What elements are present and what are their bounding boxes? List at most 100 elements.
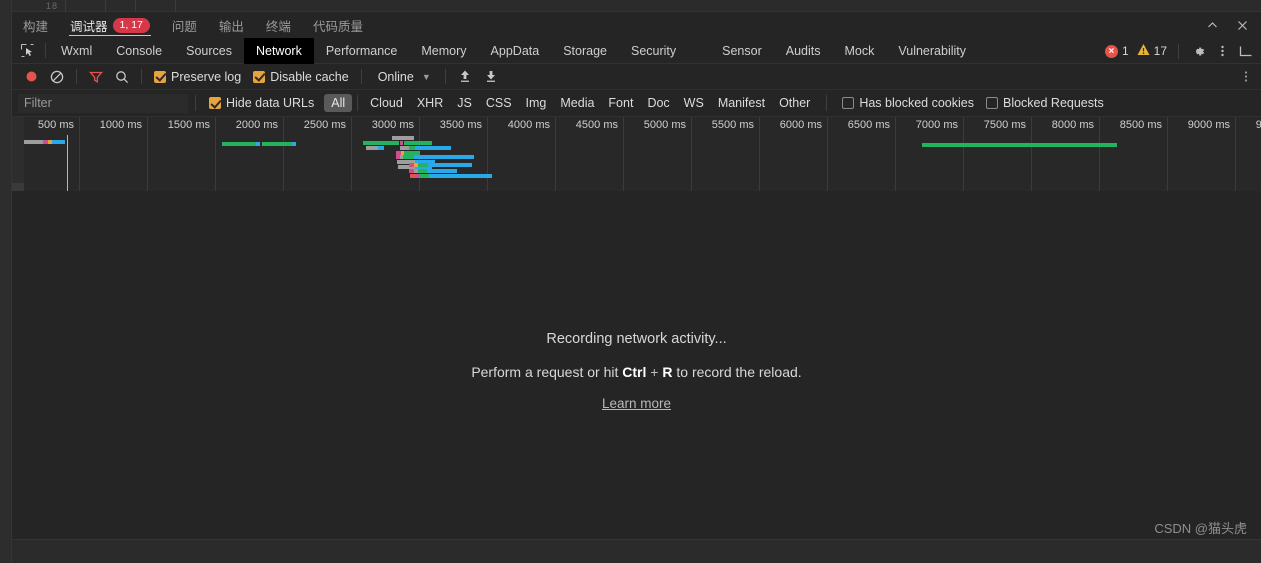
search-icon[interactable] xyxy=(109,64,135,90)
type-chip-all[interactable]: All xyxy=(324,94,353,112)
ide-tab-code-quality[interactable]: 代码质量 xyxy=(302,12,374,38)
tab-security[interactable]: Security xyxy=(619,38,688,64)
type-chip-media[interactable]: Media xyxy=(553,94,601,112)
filter-separator xyxy=(195,95,196,111)
learn-more-link[interactable]: Learn more xyxy=(602,396,671,411)
timeline-tick xyxy=(555,117,556,191)
tab-label: Network xyxy=(255,43,302,58)
disable-cache-checkbox[interactable]: Disable cache xyxy=(247,70,355,84)
type-chip-ws[interactable]: WS xyxy=(677,94,711,112)
toolbar-separator xyxy=(76,69,77,84)
tab-memory[interactable]: Memory xyxy=(409,38,478,64)
tab-vulnerability[interactable]: Vulnerability xyxy=(886,38,978,64)
waterfall-segment xyxy=(418,169,427,173)
timeline-tick xyxy=(623,117,624,191)
timeline-tick-label: 7000 ms xyxy=(915,119,958,131)
preserve-log-checkbox[interactable]: Preserve log xyxy=(148,70,247,84)
type-chip-js[interactable]: JS xyxy=(450,94,479,112)
waterfall-segment xyxy=(400,146,409,150)
tab-sensor[interactable]: Sensor xyxy=(710,38,774,64)
waterfall-segment xyxy=(52,140,65,144)
timeline-tick-label: 3500 ms xyxy=(439,119,482,131)
tab-label: Security xyxy=(630,43,677,58)
checkbox-icon xyxy=(985,97,998,109)
dock-side-icon[interactable] xyxy=(1235,38,1257,64)
type-chip-other[interactable]: Other xyxy=(772,94,817,112)
empty-state: Recording network activity... Perform a … xyxy=(12,331,1261,413)
blocked-requests-checkbox[interactable]: Blocked Requests xyxy=(980,96,1110,110)
warning-count-badge[interactable]: 17 xyxy=(1134,43,1170,59)
type-chip-doc[interactable]: Doc xyxy=(640,94,676,112)
ide-tab-output[interactable]: 输出 xyxy=(208,12,255,38)
empty-state-hint: Perform a request or hit Ctrl + R to rec… xyxy=(12,364,1261,380)
waterfall-segment xyxy=(414,155,474,159)
error-count-badge[interactable]: × 1 xyxy=(1102,44,1132,58)
timeline-tick xyxy=(147,117,148,191)
hide-data-urls-checkbox[interactable]: Hide data URLs xyxy=(203,96,320,110)
empty-state-title: Recording network activity... xyxy=(546,331,727,347)
checkbox-icon xyxy=(209,97,221,109)
disable-cache-label: Disable cache xyxy=(270,69,349,84)
timeline-tick-label: 6500 ms xyxy=(847,119,890,131)
footer-bar xyxy=(12,539,1261,563)
watermark: CSDN @猫头虎 xyxy=(1154,521,1247,536)
more-options-icon[interactable] xyxy=(1211,38,1233,64)
tab-network[interactable]: Network xyxy=(243,37,314,64)
close-icon[interactable] xyxy=(1229,12,1255,38)
type-chip-img[interactable]: Img xyxy=(519,94,554,112)
tab-label: Performance xyxy=(325,43,398,58)
ide-tab-terminal[interactable]: 终端 xyxy=(255,12,302,38)
inspect-element-icon[interactable] xyxy=(12,38,42,64)
status-separator xyxy=(1178,43,1179,59)
type-chip-cloud[interactable]: Cloud xyxy=(363,94,410,112)
tab-mock[interactable]: Mock xyxy=(833,38,887,64)
network-timeline-overview[interactable]: 500 ms 1000 ms 1500 ms 2000 ms 2500 ms 3000 m… xyxy=(12,117,1261,191)
waterfall-segment xyxy=(366,146,378,150)
ide-window-controls xyxy=(1199,12,1255,38)
timeline-tick-label: 7500 ms xyxy=(983,119,1026,131)
warning-count: 17 xyxy=(1153,44,1167,58)
waterfall-segment xyxy=(222,142,256,146)
type-chip-xhr[interactable]: XHR xyxy=(410,94,450,112)
ide-tab-problems[interactable]: 问题 xyxy=(161,12,208,38)
type-chip-font[interactable]: Font xyxy=(601,94,640,112)
tab-performance[interactable]: Performance xyxy=(314,38,410,64)
toolbar-separator-4 xyxy=(444,69,446,84)
timeline-tick xyxy=(759,117,760,191)
timeline-gutter-handle[interactable] xyxy=(12,183,24,191)
timeline-tick-label: 6000 ms xyxy=(779,119,822,131)
tab-console[interactable]: Console xyxy=(104,38,174,64)
ide-tab-build[interactable]: 构建 xyxy=(12,12,59,38)
timeline-ruler: 500 ms 1000 ms 1500 ms 2000 ms 2500 ms 3000 m… xyxy=(12,117,1261,191)
tab-audits[interactable]: Audits xyxy=(774,38,833,64)
search-input[interactable] xyxy=(18,93,188,113)
tab-separator xyxy=(45,43,46,58)
export-har-icon[interactable] xyxy=(478,64,504,90)
timeline-tick-label: 9500 ms xyxy=(1255,119,1261,131)
chevron-up-icon[interactable] xyxy=(1199,12,1225,38)
timeline-tick-label: 9000 ms xyxy=(1187,119,1230,131)
ide-tab-debugger[interactable]: 调试器 1, 17 xyxy=(59,12,161,38)
timeline-tick-label: 3000 ms xyxy=(371,119,414,131)
has-blocked-cookies-checkbox[interactable]: Has blocked cookies xyxy=(836,96,980,110)
tab-sources[interactable]: Sources xyxy=(174,38,244,64)
gear-icon[interactable] xyxy=(1187,38,1209,64)
clear-button[interactable] xyxy=(44,64,70,90)
tab-wxml[interactable]: Wxml xyxy=(49,38,104,64)
type-chip-css[interactable]: CSS xyxy=(479,94,519,112)
record-button[interactable] xyxy=(18,64,44,90)
throttling-select[interactable]: Online xyxy=(368,70,422,84)
chevron-down-icon[interactable]: ▼ xyxy=(422,72,439,82)
tab-storage[interactable]: Storage xyxy=(551,38,619,64)
type-chip-manifest[interactable]: Manifest xyxy=(711,94,772,112)
ide-tab-label: 调试器 xyxy=(70,19,108,34)
filter-icon[interactable] xyxy=(83,64,109,90)
timeline-gutter xyxy=(12,117,24,191)
toolbar-overflow-icon[interactable] xyxy=(1233,64,1259,90)
warning-icon xyxy=(1137,43,1150,59)
timeline-tick xyxy=(691,117,692,191)
timeline-tick-label: 2500 ms xyxy=(303,119,346,131)
network-toolbar: Preserve log Disable cache Online ▼ xyxy=(12,64,1261,90)
import-har-icon[interactable] xyxy=(452,64,478,90)
tab-appdata[interactable]: AppData xyxy=(479,38,552,64)
